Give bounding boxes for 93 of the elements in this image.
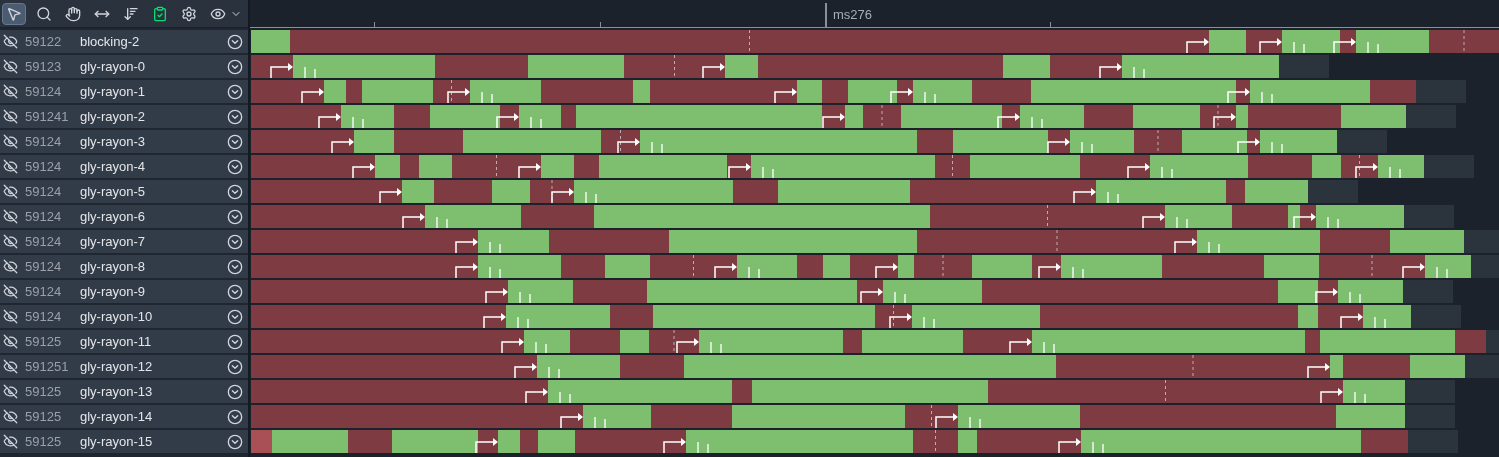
thread-row[interactable]: 59124 gly-rayon-4: [0, 155, 248, 178]
thread-name: gly-rayon-3: [80, 132, 146, 151]
eye-off-icon[interactable]: [3, 109, 18, 124]
eye-off-icon[interactable]: [3, 434, 18, 449]
eye-off-icon[interactable]: [3, 59, 18, 74]
expand-icon[interactable]: [227, 208, 243, 225]
expand-icon[interactable]: [227, 308, 243, 325]
eye-off-icon[interactable]: [3, 234, 18, 249]
eye-off-icon[interactable]: [3, 409, 18, 424]
expand-icon[interactable]: [227, 258, 243, 275]
expand-icon[interactable]: [227, 408, 243, 425]
pointer-icon: [6, 5, 22, 22]
thread-id: 59124: [25, 132, 63, 151]
clipboard-check-icon: [152, 5, 168, 22]
expand-icon[interactable]: [227, 333, 243, 350]
thread-id: 591251: [25, 357, 70, 376]
eye-off-icon[interactable]: [3, 134, 18, 149]
thread-row[interactable]: 59124 gly-rayon-6: [0, 205, 248, 228]
thread-row[interactable]: 59124 gly-rayon-8: [0, 255, 248, 278]
thread-row[interactable]: 59125 gly-rayon-14: [0, 405, 248, 428]
thread-name: blocking-2: [80, 32, 140, 51]
thread-id: 59123: [25, 57, 63, 76]
time-marker-label: ms276: [833, 6, 873, 24]
expand-icon[interactable]: [227, 433, 243, 450]
eye-off-icon[interactable]: [3, 359, 18, 374]
eye-off-icon[interactable]: [3, 309, 18, 324]
eye-off-icon[interactable]: [3, 384, 18, 399]
thread-row[interactable]: 59124 gly-rayon-9: [0, 280, 248, 303]
thread-row[interactable]: 59125 gly-rayon-15: [0, 430, 248, 453]
thread-id: 59125: [25, 432, 63, 451]
expand-icon[interactable]: [227, 83, 243, 100]
thread-id: 59122: [25, 32, 63, 51]
thread-row[interactable]: 59124 gly-rayon-1: [0, 80, 248, 103]
thread-name: gly-rayon-5: [80, 182, 146, 201]
thread-row[interactable]: 591241 gly-rayon-2: [0, 105, 248, 128]
thread-row[interactable]: 59123 gly-rayon-0: [0, 55, 248, 78]
expand-icon[interactable]: [227, 108, 243, 125]
thread-row[interactable]: 59124 gly-rayon-10: [0, 305, 248, 328]
thread-name: gly-rayon-7: [80, 232, 146, 251]
settings-icon: [181, 5, 197, 22]
thread-name: gly-rayon-1: [80, 82, 146, 101]
thread-name: gly-rayon-15: [80, 432, 153, 451]
thread-id: 59124: [25, 157, 63, 176]
expand-icon[interactable]: [227, 158, 243, 175]
thread-name: gly-rayon-10: [80, 307, 153, 326]
thread-id: 59124: [25, 182, 63, 201]
expand-icon[interactable]: [227, 283, 243, 300]
thread-id: 59124: [25, 307, 63, 326]
expand-icon[interactable]: [227, 183, 243, 200]
thread-name: gly-rayon-4: [80, 157, 146, 176]
thread-row[interactable]: 59124 gly-rayon-5: [0, 180, 248, 203]
thread-row[interactable]: 59125 gly-rayon-11: [0, 330, 248, 353]
thread-id: 59124: [25, 282, 63, 301]
thread-row[interactable]: 59124 gly-rayon-7: [0, 230, 248, 253]
thread-name: gly-rayon-6: [80, 207, 146, 226]
search-icon: [36, 5, 52, 22]
expand-icon[interactable]: [227, 233, 243, 250]
eye-off-icon[interactable]: [3, 159, 18, 174]
thread-name: gly-rayon-12: [80, 357, 153, 376]
thread-id: 59124: [25, 207, 63, 226]
thread-id: 59125: [25, 332, 63, 351]
expand-icon[interactable]: [227, 358, 243, 375]
thread-row[interactable]: 591251 gly-rayon-12: [0, 355, 248, 378]
thread-name: gly-rayon-0: [80, 57, 146, 76]
thread-id: 59124: [25, 232, 63, 251]
thread-row[interactable]: 59122 blocking-2: [0, 30, 248, 53]
eye-off-icon[interactable]: [3, 334, 18, 349]
expand-icon[interactable]: [227, 133, 243, 150]
eye-off-icon[interactable]: [3, 84, 18, 99]
thread-id: 59124: [25, 257, 63, 276]
eye-off-icon[interactable]: [3, 259, 18, 274]
expand-icon[interactable]: [227, 58, 243, 75]
thread-id: 59124: [25, 82, 63, 101]
eye-off-icon[interactable]: [3, 184, 18, 199]
eye-off-icon[interactable]: [3, 284, 18, 299]
eye-off-icon[interactable]: [3, 34, 18, 49]
expand-icon[interactable]: [227, 33, 243, 50]
thread-name: gly-rayon-13: [80, 382, 153, 401]
expand-icon[interactable]: [227, 383, 243, 400]
thread-row[interactable]: 59124 gly-rayon-3: [0, 130, 248, 153]
thread-id: 59125: [25, 407, 63, 426]
sort-icon: [123, 5, 139, 22]
thread-id: 591241: [25, 107, 70, 126]
thread-name: gly-rayon-11: [80, 332, 152, 351]
thread-row[interactable]: 59125 gly-rayon-13: [0, 380, 248, 403]
thread-id: 59125: [25, 382, 63, 401]
toolbar-button[interactable]: [2, 2, 26, 25]
eye-off-icon[interactable]: [3, 209, 18, 224]
thread-name: gly-rayon-9: [80, 282, 146, 301]
hand-icon: [65, 5, 81, 22]
thread-name: gly-rayon-2: [80, 107, 146, 126]
thread-name: gly-rayon-14: [80, 407, 153, 426]
thread-name: gly-rayon-8: [80, 257, 146, 276]
